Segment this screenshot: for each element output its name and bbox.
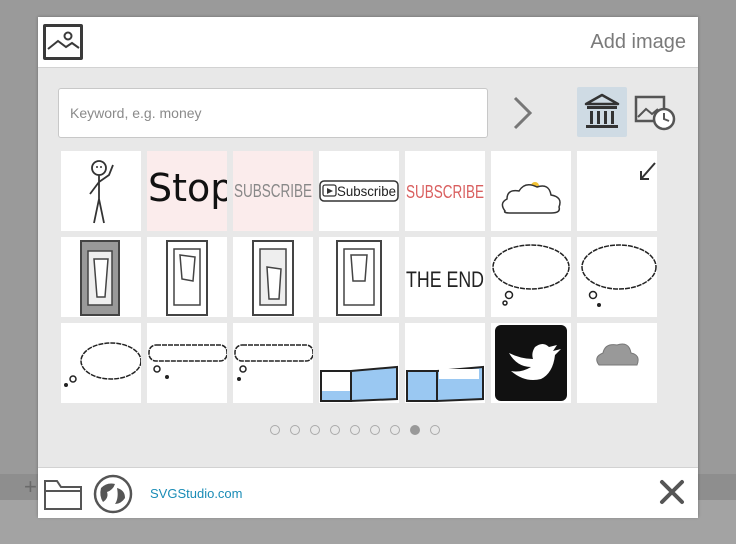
image-tile-water-tube-1[interactable]: [319, 323, 399, 403]
close-icon[interactable]: [658, 478, 686, 506]
subscribe-button-text: Subscribe: [337, 183, 396, 199]
image-tile-switch-2[interactable]: [147, 237, 227, 317]
page-dot-7[interactable]: [390, 425, 400, 435]
dialog-header: Add image: [38, 17, 698, 68]
image-tile-switch-1[interactable]: [61, 237, 141, 317]
folder-icon[interactable]: [43, 477, 83, 511]
image-tile-thought-bubble-2[interactable]: [577, 237, 657, 317]
image-tile-subscribe-button[interactable]: Subscribe: [319, 151, 399, 231]
page-dot-2[interactable]: [290, 425, 300, 435]
image-tile-switch-3[interactable]: [233, 237, 313, 317]
library-button[interactable]: [577, 87, 627, 137]
recent-images-button[interactable]: [632, 87, 678, 137]
add-image-dialog: Add image Keyword, e.g. money Stop SUBSC…: [38, 17, 698, 518]
image-tile-stick-figure[interactable]: [61, 151, 141, 231]
image-tile-water-tube-2[interactable]: [405, 323, 485, 403]
image-tile-cloud-sun[interactable]: [491, 151, 571, 231]
svgstudio-link[interactable]: SVGStudio.com: [150, 486, 243, 501]
image-tile-switch-4[interactable]: [319, 237, 399, 317]
stop-text: Stop: [148, 166, 227, 210]
background-plus-icon: +: [24, 474, 37, 499]
page-dot-9[interactable]: [430, 425, 440, 435]
image-tile-thought-bubble-1[interactable]: [491, 237, 571, 317]
image-tile-subscribe-red[interactable]: SUBSCRIBE: [405, 151, 485, 231]
image-tile-the-end[interactable]: THE END: [405, 237, 485, 317]
dialog-footer: SVGStudio.com: [38, 467, 698, 518]
page-dot-4[interactable]: [330, 425, 340, 435]
search-input[interactable]: [59, 89, 480, 137]
subscribe-gray-text: SUBSCRIBE: [234, 181, 312, 201]
page-dot-5[interactable]: [350, 425, 360, 435]
page-dot-8[interactable]: [410, 425, 420, 435]
dialog-title: Add image: [590, 31, 686, 53]
page-dot-1[interactable]: [270, 425, 280, 435]
search-box: [58, 88, 488, 138]
the-end-text: THE END: [406, 267, 484, 292]
image-tile-arrow[interactable]: [577, 151, 657, 231]
image-tile-subscribe-gray[interactable]: SUBSCRIBE: [233, 151, 313, 231]
next-arrow-icon[interactable]: [508, 95, 538, 131]
image-icon: [43, 24, 83, 60]
image-clock-icon: [634, 95, 676, 131]
image-tile-thought-bubble-small[interactable]: [61, 323, 141, 403]
image-tile-stop-text[interactable]: Stop: [147, 151, 227, 231]
page-dot-6[interactable]: [370, 425, 380, 435]
image-tile-twitter-bird[interactable]: [491, 323, 571, 403]
bank-icon: [584, 93, 620, 128]
image-tile-gray-cloud[interactable]: [577, 323, 657, 403]
globe-icon[interactable]: [93, 474, 133, 514]
image-tile-banner-bubble-1[interactable]: [147, 323, 227, 403]
subscribe-red-text: SUBSCRIBE: [406, 182, 484, 202]
image-tile-banner-bubble-2[interactable]: [233, 323, 313, 403]
page-dot-3[interactable]: [310, 425, 320, 435]
